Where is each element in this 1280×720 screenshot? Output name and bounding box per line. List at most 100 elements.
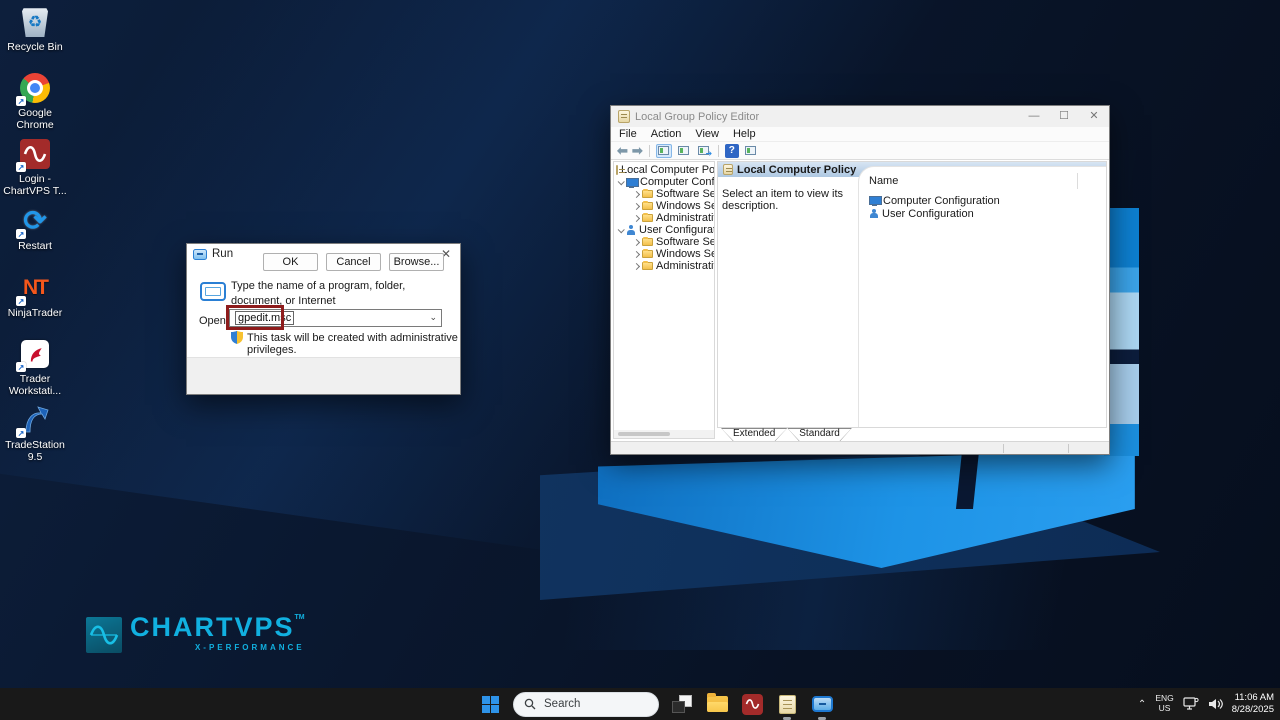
column-header-name[interactable]: Name	[869, 175, 1106, 187]
gpedit-window-title: Local Group Policy Editor	[635, 111, 759, 123]
column-divider[interactable]	[1077, 173, 1078, 189]
chevron-down-icon[interactable]	[618, 178, 625, 185]
tree-horizontal-scrollbar[interactable]	[614, 430, 714, 438]
console-tree-toggle-icon[interactable]	[656, 144, 672, 158]
start-button[interactable]	[478, 692, 502, 716]
console-root-icon	[723, 164, 733, 175]
menu-file[interactable]: File	[619, 128, 637, 140]
gpedit-results-pane: Local Computer Policy Select an item to …	[717, 161, 1107, 428]
browse-button[interactable]: Browse...	[389, 253, 444, 271]
list-item-computer-configuration[interactable]: Computer Configuration	[869, 194, 1106, 207]
taskbar-gpedit-button[interactable]	[775, 692, 799, 716]
close-button[interactable]: ✕	[1079, 106, 1109, 127]
taskbar: Search ⌃	[0, 688, 1280, 720]
desktop-icon-tradestation[interactable]: ↗ TradeStation9.5	[0, 404, 70, 464]
tray-date: 8/28/2025	[1232, 704, 1274, 716]
tray-time: 11:06 AM	[1232, 692, 1274, 704]
shortcut-arrow-icon: ↗	[16, 296, 26, 306]
chevron-down-icon[interactable]: ⌄	[429, 312, 437, 323]
desktop-icon-google-chrome[interactable]: ↗ GoogleChrome	[0, 72, 70, 132]
desktop-icon-login-chartvps[interactable]: ↗ Login -ChartVPS T...	[0, 138, 70, 198]
volume-icon[interactable]	[1208, 697, 1223, 711]
chevron-right-icon[interactable]	[633, 238, 640, 245]
search-box[interactable]: Search	[513, 692, 659, 717]
run-button-strip	[187, 357, 460, 394]
chevron-down-icon[interactable]	[618, 226, 625, 233]
taskbar-chartvps-button[interactable]	[740, 692, 764, 716]
folder-icon	[642, 262, 653, 270]
icon-label: ChartVPS T...	[0, 185, 70, 197]
run-app-icon	[193, 249, 207, 260]
taskbar-desktops-button[interactable]	[670, 692, 694, 716]
chevron-right-icon[interactable]	[633, 202, 640, 209]
chevron-right-icon[interactable]	[633, 262, 640, 269]
results-list-panel: Name Computer Configuration User Configu…	[858, 166, 1106, 427]
tree-label: Software Settings	[656, 236, 715, 248]
cancel-button[interactable]: Cancel	[326, 253, 381, 271]
user-configuration-icon	[626, 225, 636, 235]
chevron-right-icon[interactable]	[633, 190, 640, 197]
tree-node-administrative-templates[interactable]: Administrative Te	[614, 212, 714, 224]
language-indicator[interactable]: ENG US	[1155, 694, 1173, 714]
icon-label: Google	[0, 107, 70, 119]
tree-label: Administrative Te	[656, 260, 715, 272]
maximize-button[interactable]: ☐	[1049, 106, 1079, 127]
computer-configuration-icon	[869, 196, 880, 205]
action-pane-toggle-icon[interactable]	[743, 144, 759, 158]
scrollbar-thumb[interactable]	[618, 432, 670, 436]
list-item-user-configuration[interactable]: User Configuration	[869, 207, 1106, 220]
run-dialog-title: Run	[212, 248, 233, 260]
export-list-icon[interactable]: ➜	[696, 144, 712, 158]
tab-extended[interactable]: Extended	[721, 428, 787, 441]
desktop-icon-ninjatrader[interactable]: NT↗ NinjaTrader	[0, 272, 70, 319]
search-icon	[524, 698, 536, 710]
window-icon[interactable]	[676, 144, 692, 158]
tree-node-computer-configuration[interactable]: Computer Configura	[614, 176, 714, 188]
toolbar-separator	[718, 145, 719, 157]
ok-button[interactable]: OK	[263, 253, 318, 271]
desktop-icon-recycle-bin[interactable]: ♻ Recycle Bin	[0, 6, 70, 53]
tree-root-local-computer-policy[interactable]: Local Computer Policy	[614, 164, 714, 176]
watermark-brand-text: CHARTVPS	[130, 612, 295, 642]
tree-node-windows-settings[interactable]: Windows Setting	[614, 200, 714, 212]
desktop-icon-trader-workstation[interactable]: ↗ TraderWorkstati...	[0, 338, 70, 398]
folder-icon	[642, 190, 653, 198]
icon-label: Chrome	[0, 119, 70, 131]
ninjatrader-icon: NT	[23, 276, 47, 300]
folder-icon	[642, 214, 653, 222]
icon-label: NinjaTrader	[0, 307, 70, 319]
tree-node-user-configuration[interactable]: User Configuration	[614, 224, 714, 236]
results-header-title: Local Computer Policy	[737, 164, 856, 176]
list-item-label: Computer Configuration	[883, 195, 1000, 207]
chevron-right-icon[interactable]	[633, 214, 640, 221]
help-icon[interactable]: ?	[725, 144, 739, 158]
forward-icon[interactable]: ➡	[632, 144, 643, 157]
tree-node-software-settings[interactable]: Software Settings	[614, 188, 714, 200]
recycle-bin-icon: ♻	[22, 7, 48, 37]
open-label: Open:	[199, 315, 229, 327]
icon-label: 9.5	[0, 451, 70, 463]
taskbar-file-explorer-button[interactable]	[705, 692, 729, 716]
user-configuration-icon	[869, 209, 879, 219]
menu-help[interactable]: Help	[733, 128, 756, 140]
tree-label: Local Computer Policy	[621, 164, 715, 176]
clock[interactable]: 11:06 AM 8/28/2025	[1232, 692, 1274, 716]
run-dialog-icon	[200, 282, 226, 301]
results-description: Select an item to view its description.	[722, 188, 858, 212]
taskbar-run-button[interactable]	[810, 692, 834, 716]
file-explorer-icon	[707, 696, 728, 712]
menu-view[interactable]: View	[695, 128, 719, 140]
network-icon[interactable]	[1183, 697, 1199, 711]
gpedit-scroll-icon	[779, 695, 796, 714]
minimize-button[interactable]: —	[1019, 106, 1049, 127]
tray-overflow-chevron[interactable]: ⌃	[1138, 699, 1146, 710]
menu-action[interactable]: Action	[651, 128, 682, 140]
tree-node-administrative-templates[interactable]: Administrative Te	[614, 260, 714, 272]
desktop-icon-restart[interactable]: ⟳↗ Restart	[0, 205, 70, 252]
tree-node-windows-settings[interactable]: Windows Setting	[614, 248, 714, 260]
tree-node-software-settings[interactable]: Software Settings	[614, 236, 714, 248]
windows-logo-icon	[482, 696, 499, 713]
chevron-right-icon[interactable]	[633, 250, 640, 257]
tab-standard[interactable]: Standard	[787, 428, 852, 441]
back-icon[interactable]: ⬅	[617, 144, 628, 157]
